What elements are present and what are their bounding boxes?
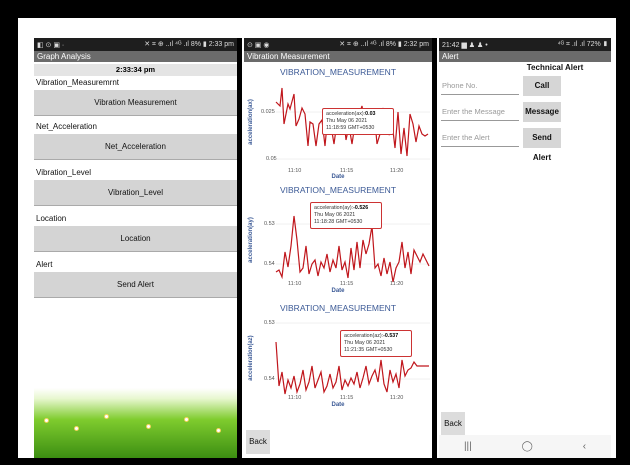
data-tooltip: acceleration(az):-0.537 Thu May 06 2021 … (340, 330, 412, 357)
data-tooltip: acceleration(ax):0.03 Thu May 06 2021 11… (322, 108, 394, 135)
vibration-level-button[interactable]: Vibration_Level (34, 180, 237, 206)
vibration-measurement-label: Vibration_Measuremrnt (36, 78, 120, 87)
tooltip-value: 0.03 (365, 111, 376, 117)
flower-icon (104, 414, 109, 419)
send-alert-button[interactable]: Send Alert (523, 128, 561, 162)
status-bar: ◧ ⊙ ▣ · ✕ ⌗ ⊕ ..ıl ⁴ᴳ .ıl 8% ▮ 2:33 pm (34, 38, 237, 51)
x-axis-label: Date (331, 288, 345, 294)
status-bar: ⊙ ▣ ◉ ✕ ⌗ ⊕ ..ıl ⁴ᴳ .ıl 8% ▮ 2:32 pm (244, 38, 432, 51)
vibration-measurement-screen: ⊙ ▣ ◉ ✕ ⌗ ⊕ ..ıl ⁴ᴳ .ıl 8% ▮ 2:32 pm Vib… (244, 38, 432, 458)
status-icons-left: 21:42 ▆ ♟ ♟ • (442, 41, 488, 49)
grass-background-image (34, 388, 237, 458)
back-button[interactable]: Back (246, 430, 270, 454)
graph-analysis-screen: ◧ ⊙ ▣ · ✕ ⌗ ⊕ ..ıl ⁴ᴳ .ıl 8% ▮ 2:33 pm G… (34, 38, 237, 458)
send-alert-button[interactable]: Send Alert (34, 272, 237, 298)
flower-icon (44, 418, 49, 423)
tooltip-label: acceleration(ax): (326, 111, 366, 117)
tooltip-time: 11:18:28 GMT+0530 (314, 219, 363, 225)
x-tick-label: 11:10 (288, 281, 302, 287)
status-icons-right: ✕ ⌗ ⊕ ..ıl ⁴ᴳ .ıl 8% ▮ 2:33 pm (144, 41, 234, 48)
current-time: 2:33:34 pm (34, 64, 237, 76)
flower-icon (216, 428, 221, 433)
status-icons-right: ✕ ⌗ ⊕ ..ıl ⁴ᴳ .ıl 8% ▮ 2:32 pm (339, 41, 429, 48)
chart-acceleration-ay: VIBRATION_MEASUREMENT acceleration(ay) 0… (244, 182, 432, 300)
flower-icon (184, 417, 189, 422)
tooltip-date: Thu May 06 2021 (344, 340, 386, 346)
vibration-measurement-button[interactable]: Vibration Measurement (34, 90, 237, 116)
chart-plot (275, 215, 430, 283)
home-icon[interactable]: ◯ (522, 441, 533, 452)
alert-screen: 21:42 ▆ ♟ ♟ • ⁴ᴳ ⌗ .ıl .ıl 72% ▮ Alert T… (439, 38, 611, 458)
tooltip-value: -0.537 (383, 333, 399, 339)
flower-icon (74, 426, 79, 431)
recent-apps-icon[interactable]: ||| (464, 441, 472, 452)
panel-divider (432, 38, 437, 458)
data-tooltip: acceleration(ay):-0.526 Thu May 06 2021 … (310, 202, 382, 229)
x-tick-label: 11:15 (340, 281, 354, 287)
flower-icon (146, 424, 151, 429)
x-tick-label: 11:10 (288, 395, 302, 401)
tooltip-time: 11:18:59 GMT+0530 (326, 125, 375, 131)
tooltip-value: -0.526 (353, 205, 369, 211)
x-tick-label: 11:20 (390, 281, 404, 287)
message-button[interactable]: Message (523, 102, 561, 122)
tooltip-label: acceleration(ay): (314, 205, 354, 211)
call-button[interactable]: Call (523, 76, 561, 96)
tooltip-date: Thu May 06 2021 (326, 118, 368, 124)
panel-divider (237, 38, 242, 458)
app-title-bar: Vibration Measurement (244, 51, 432, 62)
x-axis-label: Date (331, 402, 345, 408)
back-arrow-icon[interactable]: ‹ (583, 441, 586, 452)
phone-number-input[interactable]: Phone No. (441, 77, 519, 95)
technical-alert-heading: Technical Alert (526, 63, 584, 72)
chart-acceleration-ax: VIBRATION_MEASUREMENT acceleration(ax) 0… (244, 64, 432, 182)
status-icons-right: ⁴ᴳ ⌗ .ıl .ıl 72% ▮ (557, 40, 608, 48)
net-acceleration-label: Net_Acceleration (36, 122, 97, 131)
android-navigation-bar: ||| ◯ ‹ (439, 435, 611, 458)
app-title-bar: Graph Analysis (34, 51, 237, 62)
x-axis-label: Date (331, 174, 345, 180)
tooltip-date: Thu May 06 2021 (314, 212, 356, 218)
x-tick-label: 11:15 (340, 395, 354, 401)
screenshot-frame: ◧ ⊙ ▣ · ✕ ⌗ ⊕ ..ıl ⁴ᴳ .ıl 8% ▮ 2:33 pm G… (18, 18, 616, 458)
location-label: Location (36, 214, 67, 223)
message-input[interactable]: Enter the Message (441, 103, 519, 121)
alert-label: Alert (36, 260, 53, 269)
tooltip-time: 11:21:35 GMT+0530 (344, 347, 393, 353)
x-tick-label: 11:20 (390, 395, 404, 401)
chart-plot (275, 322, 430, 395)
vibration-level-label: Vibration_Level (36, 168, 92, 177)
tooltip-label: acceleration(az): (344, 333, 384, 339)
app-title-bar: Alert (439, 51, 611, 62)
status-icons-left: ◧ ⊙ ▣ · (37, 41, 65, 49)
chart-acceleration-az: VIBRATION_MEASUREMENT acceleration(az) 0… (244, 300, 432, 418)
location-button[interactable]: Location (34, 226, 237, 252)
status-bar: 21:42 ▆ ♟ ♟ • ⁴ᴳ ⌗ .ıl .ıl 72% ▮ (439, 38, 611, 51)
alert-input[interactable]: Enter the Alert (441, 129, 519, 147)
net-acceleration-button[interactable]: Net_Acceleration (34, 134, 237, 160)
status-icons-left: ⊙ ▣ ◉ (247, 41, 270, 49)
back-button[interactable]: Back (441, 412, 465, 436)
